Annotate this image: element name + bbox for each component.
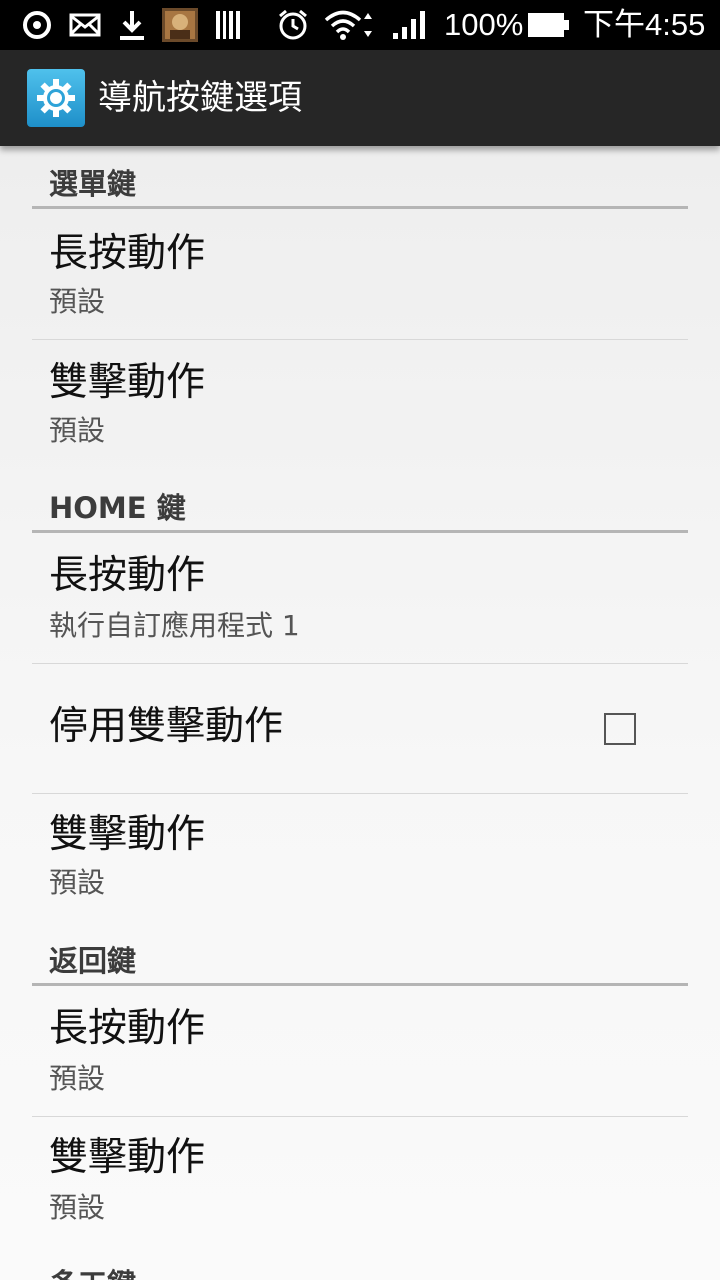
- section-header-back-key: 返回鍵: [32, 923, 688, 986]
- item-summary: 執行自訂應用程式 1: [49, 609, 300, 642]
- item-title: 長按動作: [49, 231, 206, 276]
- settings-gear-icon[interactable]: [27, 69, 85, 127]
- barcode-icon: [214, 8, 242, 42]
- home-key-long-press-item[interactable]: 長按動作 執行自訂應用程式 1: [32, 533, 688, 663]
- item-summary: 預設: [49, 866, 106, 899]
- item-summary: 預設: [49, 285, 106, 318]
- signal-icon: [390, 8, 430, 42]
- menu-key-double-tap-item[interactable]: 雙擊動作 預設: [32, 340, 688, 470]
- item-title: 雙擊動作: [49, 1135, 206, 1180]
- home-key-double-tap-item[interactable]: 雙擊動作 預設: [32, 794, 688, 924]
- section-header-menu-key: 選單鍵: [32, 146, 688, 209]
- battery-percentage: 100%: [444, 7, 524, 42]
- item-title: 停用雙擊動作: [49, 704, 284, 749]
- clock: 下午4:55: [583, 7, 706, 42]
- wifi-icon: [324, 8, 378, 42]
- item-summary: 預設: [49, 414, 106, 447]
- sync-icon: [20, 8, 54, 42]
- item-title: 雙擊動作: [49, 360, 206, 405]
- section-header-home-key: HOME 鍵: [32, 470, 688, 533]
- section-header-multitask-key: 多工鍵: [32, 1247, 688, 1280]
- app-thumbnail-icon: [162, 8, 198, 42]
- item-summary: 預設: [49, 1191, 106, 1224]
- disable-double-tap-checkbox[interactable]: [604, 713, 636, 745]
- home-key-disable-double-tap-item[interactable]: 停用雙擊動作: [32, 664, 688, 793]
- item-title: 雙擊動作: [49, 812, 206, 857]
- battery-icon: [528, 8, 570, 42]
- item-summary: 預設: [49, 1062, 106, 1095]
- page-title: 導航按鍵選項: [98, 78, 302, 118]
- status-bar: 100% 下午4:55: [0, 0, 720, 50]
- action-bar: 導航按鍵選項: [0, 50, 720, 146]
- menu-key-long-press-item[interactable]: 長按動作 預設: [32, 209, 688, 339]
- back-key-double-tap-item[interactable]: 雙擊動作 預設: [32, 1117, 688, 1247]
- download-icon: [116, 8, 148, 42]
- alarm-icon: [276, 8, 310, 42]
- item-title: 長按動作: [49, 1006, 206, 1051]
- back-key-long-press-item[interactable]: 長按動作 預設: [32, 986, 688, 1116]
- mail-icon: [68, 8, 102, 42]
- item-title: 長按動作: [49, 553, 206, 598]
